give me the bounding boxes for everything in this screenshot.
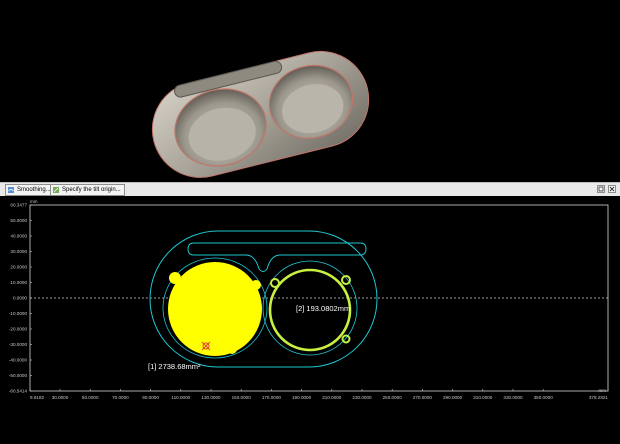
measurement-label-1: [1] 2738.68mm² bbox=[148, 362, 201, 371]
3d-model-render bbox=[151, 50, 370, 178]
x-tick-label: 290.0000 bbox=[443, 395, 463, 400]
close-icon bbox=[609, 186, 615, 192]
tilt-origin-button[interactable]: Specify the tilt origin... bbox=[50, 184, 125, 196]
x-tick-label: 330.0000 bbox=[503, 395, 523, 400]
x-tick-label: 30.0000 bbox=[52, 395, 69, 400]
x-tick-label: 50.0000 bbox=[82, 395, 99, 400]
x-tick-label: 310.0000 bbox=[473, 395, 493, 400]
x-tick-label: 130.0000 bbox=[201, 395, 221, 400]
restore-icon bbox=[598, 186, 604, 192]
x-tick-label: 110.0000 bbox=[171, 395, 190, 400]
y-tick-label: 50.0000 bbox=[10, 218, 27, 223]
y-tick-label: -10.0000 bbox=[9, 311, 28, 316]
3d-viewport[interactable] bbox=[0, 0, 620, 182]
y-unit-label: mm bbox=[30, 199, 38, 204]
smoothing-label: Smoothing... bbox=[17, 187, 51, 193]
y-tick-label: 60.3477 bbox=[10, 203, 27, 208]
x-tick-label: 90.0000 bbox=[142, 395, 159, 400]
x-tick-label: 70.0000 bbox=[112, 395, 129, 400]
y-tick-label: 30.0000 bbox=[10, 249, 27, 254]
x-tick-label: 150.0000 bbox=[232, 395, 252, 400]
smoothing-icon bbox=[8, 187, 14, 193]
y-tick-label: 0.0000 bbox=[13, 296, 27, 301]
y-tick-label: 20.0000 bbox=[10, 265, 27, 270]
section-view[interactable]: mm mm 60.3477 50.0000 40.0000 30.0000 20.000… bbox=[0, 196, 620, 439]
y-tick-label: -40.0000 bbox=[9, 358, 28, 363]
y-tick-label: -60.5414 bbox=[9, 389, 28, 394]
tray-model bbox=[151, 50, 370, 178]
y-tick-label: 10.0000 bbox=[10, 280, 27, 285]
x-tick-label: 350.0000 bbox=[534, 395, 554, 400]
x-tick-label: 9.9182 bbox=[30, 395, 44, 400]
x-tick-label: 378.2821 bbox=[589, 395, 609, 400]
y-tick-label: -30.0000 bbox=[9, 342, 28, 347]
x-tick-label: 170.0000 bbox=[262, 395, 282, 400]
measurement-label-2: [2] 193.0802mm bbox=[296, 304, 350, 313]
x-tick-label: 270.0000 bbox=[413, 395, 433, 400]
profile-plot: mm mm 60.3477 50.0000 40.0000 30.0000 20.000… bbox=[9, 199, 609, 400]
y-tick-label: -20.0000 bbox=[9, 327, 28, 332]
area-measurement-region bbox=[168, 262, 262, 356]
x-tick-label: 250.0000 bbox=[383, 395, 403, 400]
smoothing-button[interactable]: Smoothing... bbox=[5, 184, 55, 196]
x-tick-label: 190.0000 bbox=[292, 395, 312, 400]
close-button[interactable] bbox=[608, 185, 616, 193]
y-tick-label: 40.0000 bbox=[10, 234, 27, 239]
restore-button[interactable] bbox=[597, 185, 605, 193]
y-axis-ticks: 60.3477 50.0000 40.0000 30.0000 20.0000 10.00… bbox=[9, 203, 32, 394]
toolbar: Smoothing... Specify the tilt origin... bbox=[0, 182, 620, 197]
x-tick-label: 210.0000 bbox=[322, 395, 342, 400]
tilt-origin-icon bbox=[53, 187, 59, 193]
x-tick-label: 230.0000 bbox=[352, 395, 372, 400]
tilt-origin-label: Specify the tilt origin... bbox=[62, 187, 121, 193]
x-unit-label: mm bbox=[599, 388, 607, 393]
origin-marker-icon bbox=[201, 341, 211, 351]
y-tick-label: -50.0000 bbox=[9, 373, 28, 378]
